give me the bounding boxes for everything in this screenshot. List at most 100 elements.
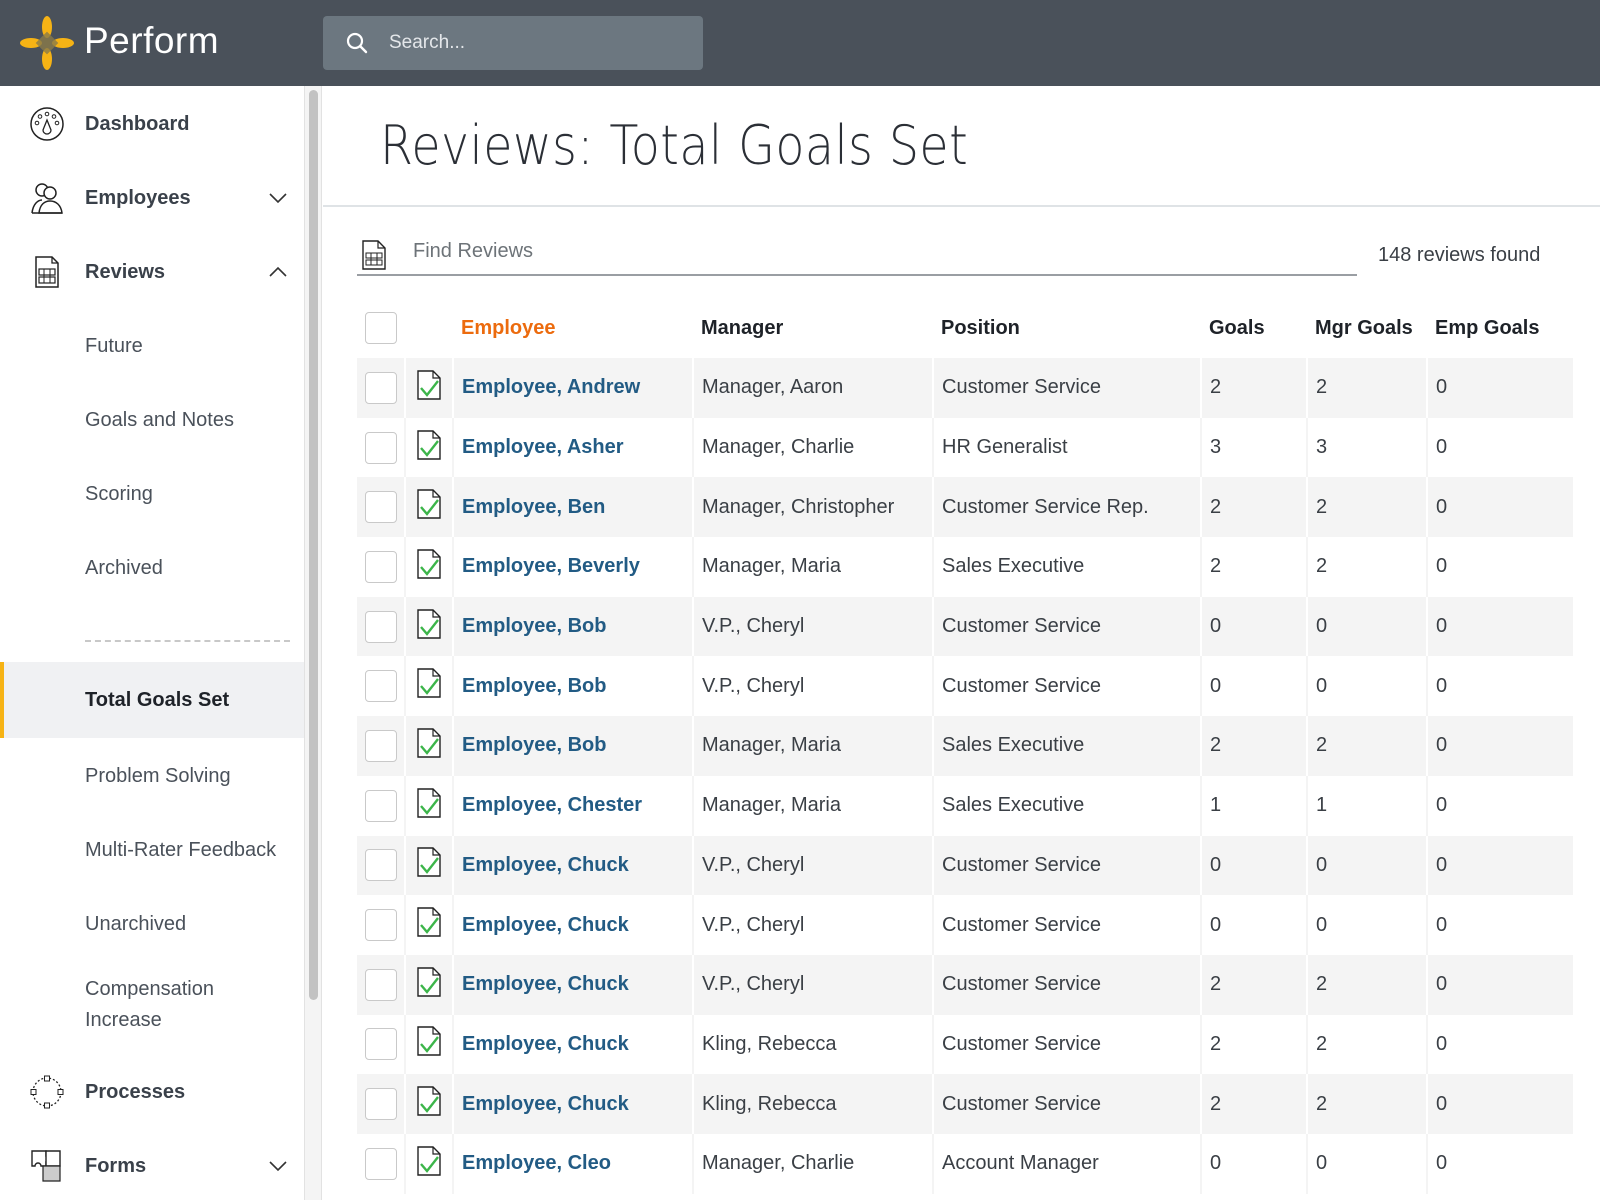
review-status-cell[interactable] [405, 1074, 454, 1134]
table-row[interactable]: Employee, Beverly Manager, Maria Sales Exe… [357, 537, 1573, 597]
sidebar-subitem-future[interactable]: Future [0, 308, 304, 384]
chevron-up-icon[interactable] [268, 266, 288, 278]
review-status-cell[interactable] [405, 656, 454, 717]
table-row[interactable]: Employee, Bob Manager, Maria Sales Executi… [357, 716, 1573, 776]
employee-link[interactable]: Employee, Bob [462, 675, 606, 697]
row-checkbox[interactable] [365, 789, 397, 822]
emp-goals-cell: 0 [1427, 656, 1573, 717]
table-row[interactable]: Employee, Chuck V.P., Cheryl Customer Serv… [357, 835, 1573, 896]
review-status-cell[interactable] [405, 596, 454, 657]
table-row[interactable]: Employee, Chuck Kling, Rebecca Customer Se… [357, 1074, 1573, 1134]
row-checkbox[interactable] [365, 491, 397, 524]
table-row[interactable]: Employee, Chuck Kling, Rebecca Customer Se… [357, 1014, 1573, 1075]
main-content: Reviews: Total Goals Set 148 reviews fou… [323, 86, 1600, 1200]
sidebar-subitem-label: Multi-Rater Feedback [85, 838, 277, 861]
row-checkbox[interactable] [365, 1088, 397, 1121]
table-row[interactable]: Employee, Chester Manager, Maria Sales Exe… [357, 775, 1573, 836]
employee-link[interactable]: Employee, Beverly [462, 555, 640, 577]
row-checkbox[interactable] [365, 968, 397, 1001]
employee-link[interactable]: Employee, Bob [462, 615, 606, 637]
review-status-cell[interactable] [405, 1133, 454, 1194]
row-checkbox[interactable] [365, 849, 397, 882]
perform-logo-icon[interactable] [20, 16, 74, 70]
column-header-employee[interactable]: Employee [453, 298, 693, 358]
row-checkbox[interactable] [365, 909, 397, 942]
table-row[interactable]: Employee, Chuck V.P., Cheryl Customer Serv… [357, 954, 1573, 1015]
dashboard-gauge-icon [30, 107, 64, 141]
search-input[interactable] [389, 32, 669, 54]
review-status-cell[interactable] [405, 477, 454, 538]
sidebar-item-employees[interactable]: Employees [0, 160, 304, 236]
table-row[interactable]: Employee, Bob V.P., Cheryl Customer Servic… [357, 656, 1573, 717]
employee-link[interactable]: Employee, Chuck [462, 914, 629, 936]
sidebar-item-dashboard[interactable]: Dashboard [0, 86, 304, 162]
find-reviews-field[interactable] [357, 236, 1357, 276]
sidebar-subitem-scoring[interactable]: Scoring [0, 456, 304, 532]
goals-cell: 2 [1201, 716, 1308, 776]
chevron-down-icon[interactable] [268, 192, 288, 204]
employee-link[interactable]: Employee, Asher [462, 436, 624, 458]
row-checkbox[interactable] [365, 670, 397, 703]
chevron-down-icon[interactable] [268, 1160, 288, 1172]
table-row[interactable]: Employee, Andrew Manager, Aaron Customer S… [357, 358, 1573, 418]
sidebar-scrollbar[interactable] [304, 86, 322, 1200]
manager-cell: V.P., Cheryl [693, 596, 934, 657]
people-icon [31, 183, 63, 214]
row-checkbox[interactable] [365, 431, 397, 464]
row-checkbox[interactable] [365, 371, 397, 404]
row-checkbox[interactable] [365, 550, 397, 583]
review-status-cell[interactable] [405, 835, 454, 896]
review-status-cell[interactable] [405, 537, 454, 597]
review-status-cell[interactable] [405, 954, 454, 1015]
sidebar-subitem-compensation-increase[interactable]: Compensation Increase [0, 964, 304, 1046]
review-status-cell[interactable] [405, 358, 454, 418]
sidebar-item-reviews[interactable]: Reviews [0, 234, 304, 310]
review-status-cell[interactable] [405, 775, 454, 836]
table-row[interactable]: Employee, Cleo Manager, Charlie Account Ma… [357, 1133, 1573, 1194]
employee-link[interactable]: Employee, Chester [462, 794, 642, 816]
employee-link[interactable]: Employee, Chuck [462, 973, 629, 995]
column-header-position[interactable]: Position [933, 298, 1201, 358]
sidebar-item-processes[interactable]: Processes [0, 1054, 304, 1130]
emp-goals-cell: 0 [1427, 417, 1573, 478]
goals-cell: 0 [1201, 596, 1308, 657]
employee-link[interactable]: Employee, Bob [462, 734, 606, 756]
find-reviews-input[interactable] [413, 240, 1313, 263]
sidebar-subitem-multi-rater-feedback[interactable]: Multi-Rater Feedback [0, 812, 304, 888]
row-checkbox[interactable] [365, 729, 397, 762]
employee-link[interactable]: Employee, Chuck [462, 1033, 629, 1055]
row-checkbox[interactable] [365, 1147, 397, 1180]
employee-link[interactable]: Employee, Andrew [462, 376, 640, 398]
sidebar-subitem-archived[interactable]: Archived [0, 530, 304, 606]
emp-goals-cell: 0 [1427, 1074, 1573, 1134]
mgr-goals-cell: 1 [1307, 775, 1428, 836]
review-complete-icon [417, 907, 441, 937]
review-status-cell[interactable] [405, 417, 454, 478]
employee-link[interactable]: Employee, Chuck [462, 854, 629, 876]
global-search[interactable] [323, 16, 703, 70]
sidebar-item-forms[interactable]: Forms [0, 1128, 304, 1204]
select-all-checkbox[interactable] [365, 312, 397, 344]
sidebar-subitem-problem-solving[interactable]: Problem Solving [0, 738, 304, 814]
row-checkbox[interactable] [365, 610, 397, 643]
review-status-cell[interactable] [405, 716, 454, 776]
table-row[interactable]: Employee, Asher Manager, Charlie HR Genera… [357, 417, 1573, 478]
table-row[interactable]: Employee, Bob V.P., Cheryl Customer Servic… [357, 596, 1573, 657]
sidebar-subitem-unarchived[interactable]: Unarchived [0, 886, 304, 962]
employee-link[interactable]: Employee, Ben [462, 496, 605, 518]
column-header-emp-goals[interactable]: Emp Goals [1427, 298, 1573, 358]
review-complete-icon [417, 1086, 441, 1116]
sidebar-subitem-total-goals-set[interactable]: Total Goals Set [0, 662, 304, 738]
sidebar-scrollbar-thumb[interactable] [309, 90, 318, 1000]
table-row[interactable]: Employee, Chuck V.P., Cheryl Customer Serv… [357, 895, 1573, 955]
review-status-cell[interactable] [405, 1014, 454, 1075]
sidebar-subitem-goals-and-notes[interactable]: Goals and Notes [0, 382, 304, 458]
row-checkbox[interactable] [365, 1028, 397, 1061]
review-status-cell[interactable] [405, 895, 454, 955]
employee-link[interactable]: Employee, Cleo [462, 1152, 611, 1174]
column-header-mgr-goals[interactable]: Mgr Goals [1307, 298, 1427, 358]
employee-link[interactable]: Employee, Chuck [462, 1093, 629, 1115]
column-header-manager[interactable]: Manager [693, 298, 933, 358]
column-header-goals[interactable]: Goals [1201, 298, 1307, 358]
table-row[interactable]: Employee, Ben Manager, Christopher Custome… [357, 477, 1573, 538]
